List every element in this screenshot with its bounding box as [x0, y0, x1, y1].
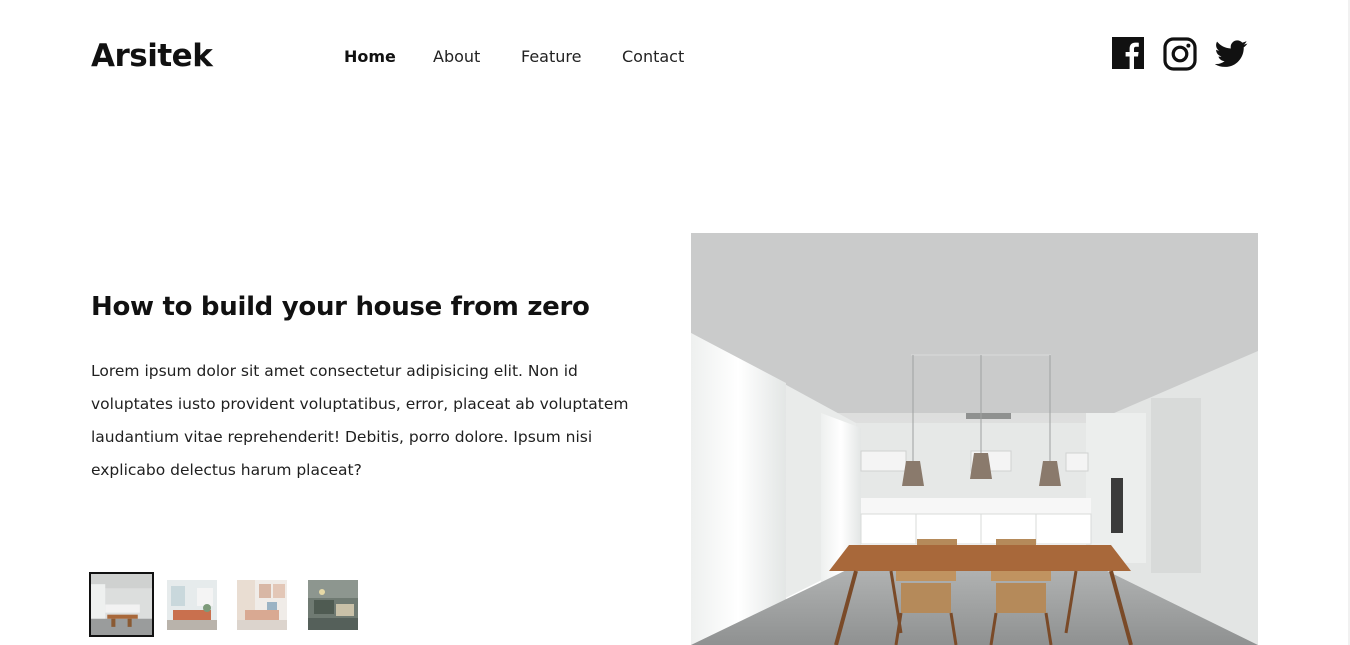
thumbnail-2[interactable]	[167, 580, 217, 630]
instagram-icon[interactable]	[1163, 37, 1197, 71]
nav-about[interactable]: About	[433, 47, 480, 66]
twitter-icon[interactable]	[1215, 40, 1248, 68]
nav-contact[interactable]: Contact	[622, 47, 684, 66]
facebook-icon[interactable]	[1112, 37, 1144, 69]
thumbnail-1[interactable]	[89, 572, 154, 637]
brand-logo[interactable]: Arsitek	[91, 38, 213, 74]
thumbnail-3[interactable]	[237, 580, 287, 630]
thumbnail-4[interactable]	[308, 580, 358, 630]
hero-image	[691, 233, 1258, 645]
nav-feature[interactable]: Feature	[521, 47, 581, 66]
hero-description: Lorem ipsum dolor sit amet consectetur a…	[91, 362, 629, 479]
hero-title: How to build your house from zero	[91, 292, 590, 322]
nav-home[interactable]: Home	[344, 47, 396, 66]
